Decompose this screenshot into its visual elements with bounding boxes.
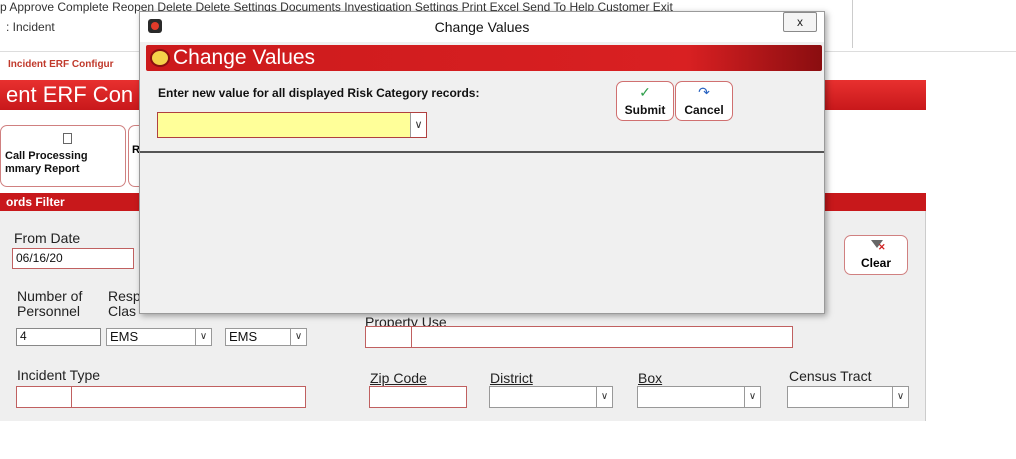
- clear-button[interactable]: ✕ Clear: [844, 235, 908, 275]
- box-label[interactable]: Box: [638, 370, 662, 386]
- resp-class-value: EMS: [110, 329, 139, 344]
- fire-badge-icon: [150, 49, 170, 67]
- from-date-label: From Date: [14, 230, 81, 246]
- clear-label: Clear: [860, 256, 892, 270]
- chevron-down-icon[interactable]: ∨: [892, 387, 908, 407]
- category-select[interactable]: EMS ∨: [225, 328, 307, 346]
- breadcrumb[interactable]: Incident ERF Configur: [8, 59, 114, 70]
- census-tract-select[interactable]: ∨: [787, 386, 909, 408]
- report-card-label: Call Processing mmary Report: [5, 150, 88, 175]
- box-select[interactable]: ∨: [637, 386, 761, 408]
- district-label[interactable]: District: [490, 370, 533, 386]
- census-tract-label: Census Tract: [789, 368, 872, 384]
- chevron-down-icon[interactable]: ∨: [596, 387, 612, 407]
- clear-x-icon: ✕: [878, 242, 886, 252]
- cancel-button[interactable]: ↷ Cancel: [675, 81, 733, 121]
- number-personnel-label: Number of Personnel: [17, 288, 83, 319]
- district-select[interactable]: ∨: [489, 386, 613, 408]
- zip-code-input[interactable]: [369, 386, 467, 408]
- resp-class-select[interactable]: EMS ∨: [106, 328, 212, 346]
- submit-button[interactable]: ✓ Submit: [616, 81, 674, 121]
- report-card-call-processing[interactable]: Call Processing mmary Report: [0, 125, 126, 187]
- incident-type-label: Incident Type: [17, 367, 101, 383]
- dialog-window-title: Change Values: [434, 19, 530, 35]
- page-title: ent ERF Con: [6, 82, 134, 107]
- property-use-label: Property Use: [365, 314, 447, 326]
- new-value-select[interactable]: ∨: [157, 112, 427, 138]
- dialog-titlebar[interactable]: Change Values x: [140, 12, 824, 42]
- chevron-down-icon[interactable]: ∨: [195, 329, 211, 345]
- incident-type-desc-input[interactable]: [71, 386, 306, 408]
- redo-arrow-icon: ↷: [698, 84, 710, 100]
- property-code-input[interactable]: [365, 326, 412, 348]
- cancel-label: Cancel: [684, 103, 724, 117]
- chevron-down-icon[interactable]: ∨: [744, 387, 760, 407]
- incident-type-code-input[interactable]: [16, 386, 73, 408]
- dialog-prompt: Enter new value for all displayed Risk C…: [158, 86, 480, 100]
- chevron-down-icon[interactable]: ∨: [410, 113, 426, 137]
- number-personnel-input[interactable]: 4: [16, 328, 101, 346]
- dialog-header: Change Values: [146, 45, 822, 71]
- filter-title: ords Filter: [6, 195, 65, 209]
- resp-class-label: Resp Clas: [108, 288, 141, 319]
- dialog-header-title: Change Values: [173, 46, 316, 69]
- category-value: EMS: [229, 329, 258, 344]
- change-values-dialog: Change Values x Change Values Enter new …: [139, 11, 825, 314]
- check-icon: ✓: [639, 84, 651, 100]
- chevron-down-icon[interactable]: ∨: [290, 329, 306, 345]
- divider: [852, 0, 853, 48]
- property-desc-input[interactable]: [411, 326, 793, 348]
- report-icon: [63, 133, 72, 144]
- subtitle: : Incident: [6, 20, 55, 34]
- close-button[interactable]: x: [783, 12, 817, 32]
- submit-label: Submit: [624, 103, 666, 117]
- dialog-divider: [140, 151, 824, 153]
- zip-code-label[interactable]: Zip Code: [370, 370, 427, 386]
- from-date-input[interactable]: 06/16/20: [12, 248, 134, 269]
